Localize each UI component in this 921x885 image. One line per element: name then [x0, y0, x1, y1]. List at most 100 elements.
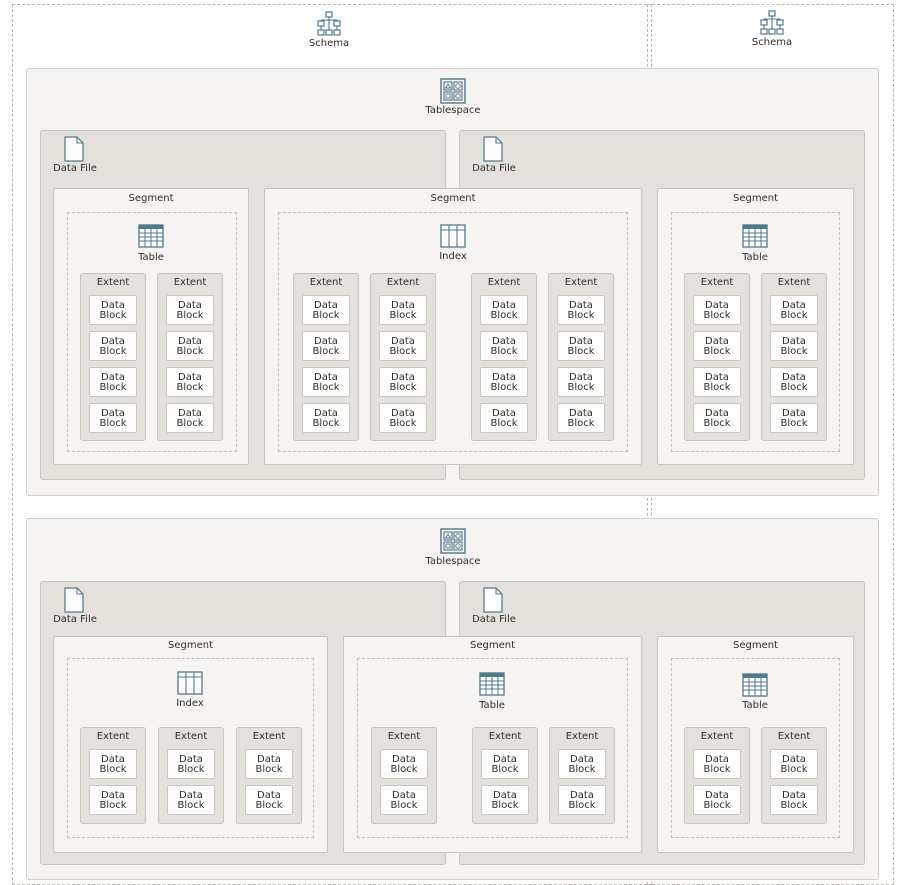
data-block[interactable]: Data Block: [770, 367, 818, 397]
data-block[interactable]: Data Block: [89, 331, 137, 361]
extent-label: Extent: [309, 277, 343, 288]
data-block-label: Block: [703, 418, 731, 429]
data-block[interactable]: Data Block: [693, 749, 741, 779]
segment-label: Segment: [128, 193, 174, 204]
data-block[interactable]: Data Block: [379, 295, 427, 325]
data-block[interactable]: Data Block: [302, 403, 350, 433]
extent-label: Extent: [700, 731, 734, 742]
data-block[interactable]: Data Block: [693, 785, 741, 815]
data-block-label: Block: [389, 346, 417, 357]
data-block[interactable]: Data Block: [380, 785, 428, 815]
data-block[interactable]: Data Block: [89, 367, 137, 397]
data-block-label: Block: [703, 800, 731, 811]
data-block[interactable]: Data Block: [557, 403, 605, 433]
data-block[interactable]: Data Block: [770, 785, 818, 815]
data-block[interactable]: Data Block: [770, 331, 818, 361]
data-block[interactable]: Data Block: [166, 367, 214, 397]
data-block[interactable]: Data Block: [481, 749, 529, 779]
data-block[interactable]: Data Block: [481, 785, 529, 815]
data-block-label: Block: [780, 800, 808, 811]
table-icon: [479, 672, 505, 696]
extent-label: Extent: [96, 277, 130, 288]
oracle-storage-diagram: { "labels": { "schema": "Schema", "table…: [0, 0, 921, 885]
data-block[interactable]: Data Block: [302, 295, 350, 325]
data-block[interactable]: Data Block: [770, 403, 818, 433]
data-block[interactable]: Data Block: [245, 749, 293, 779]
data-block[interactable]: Data Block: [89, 785, 137, 815]
index-icon: [177, 671, 203, 695]
schema-label: Schema: [751, 37, 793, 48]
table-icon: [138, 224, 164, 248]
data-block[interactable]: Data Block: [693, 367, 741, 397]
data-block[interactable]: Data Block: [167, 749, 215, 779]
extent-label: Extent: [386, 277, 420, 288]
data-block-label: Block: [490, 346, 518, 357]
data-block[interactable]: Data Block: [558, 785, 606, 815]
tablespace-icon: [440, 528, 466, 554]
data-block-label: Block: [312, 382, 340, 393]
data-block[interactable]: Data Block: [245, 785, 293, 815]
data-block-label: Block: [255, 800, 283, 811]
extent-label: Extent: [174, 731, 208, 742]
data-block[interactable]: Data Block: [379, 367, 427, 397]
data-block[interactable]: Data Block: [557, 331, 605, 361]
data-block-label: Block: [567, 310, 595, 321]
data-block[interactable]: Data Block: [89, 749, 137, 779]
data-block[interactable]: Data Block: [480, 295, 528, 325]
data-block[interactable]: Data Block: [693, 331, 741, 361]
data-block[interactable]: Data Block: [557, 295, 605, 325]
data-block[interactable]: Data Block: [558, 749, 606, 779]
data-block[interactable]: Data Block: [89, 295, 137, 325]
data-block[interactable]: Data Block: [480, 403, 528, 433]
data-block[interactable]: Data Block: [166, 295, 214, 325]
extent-label: Extent: [488, 731, 522, 742]
data-block-label: Block: [99, 764, 127, 775]
data-block-label: Block: [389, 382, 417, 393]
data-block[interactable]: Data Block: [379, 403, 427, 433]
data-block-label: Block: [567, 418, 595, 429]
table-label: Table: [742, 252, 768, 263]
data-block[interactable]: Data Block: [480, 331, 528, 361]
data-block[interactable]: Data Block: [480, 367, 528, 397]
extent-label: Extent: [777, 731, 811, 742]
data-block[interactable]: Data Block: [167, 785, 215, 815]
data-block-label: Block: [703, 764, 731, 775]
index-icon: [440, 224, 466, 248]
data-block[interactable]: Data Block: [693, 295, 741, 325]
data-block[interactable]: Data Block: [166, 331, 214, 361]
tablespace-label: Tablespace: [425, 105, 481, 116]
data-block-label: Block: [780, 382, 808, 393]
extent-label: Extent: [700, 277, 734, 288]
data-block[interactable]: Data Block: [770, 749, 818, 779]
data-block[interactable]: Data Block: [380, 749, 428, 779]
data-block[interactable]: Data Block: [557, 367, 605, 397]
data-block-label: Block: [312, 310, 340, 321]
extent-label: Extent: [777, 277, 811, 288]
data-block[interactable]: Data Block: [302, 331, 350, 361]
data-block[interactable]: Data Block: [89, 403, 137, 433]
data-block-label: Block: [99, 800, 127, 811]
segment-label: Segment: [733, 640, 778, 651]
data-block[interactable]: Data Block: [379, 331, 427, 361]
extent-label: Extent: [173, 277, 207, 288]
schema-icon: [315, 11, 343, 37]
data-block[interactable]: Data Block: [770, 295, 818, 325]
data-block-label: Block: [99, 310, 127, 321]
data-block-label: Block: [176, 382, 204, 393]
segment-label: Segment: [168, 640, 213, 651]
data-block-label: Block: [490, 418, 518, 429]
extent-label: Extent: [96, 731, 130, 742]
data-block[interactable]: Data Block: [166, 403, 214, 433]
data-block-label: Block: [703, 346, 731, 357]
tablespace-label: Tablespace: [425, 556, 481, 567]
data-block[interactable]: Data Block: [302, 367, 350, 397]
segment-label: Segment: [470, 640, 515, 651]
data-block-label: Block: [177, 800, 205, 811]
data-block-label: Block: [780, 418, 808, 429]
data-block[interactable]: Data Block: [693, 403, 741, 433]
data-file-label: Data File: [53, 163, 97, 174]
data-block-label: Block: [312, 346, 340, 357]
table-label: Table: [742, 700, 768, 711]
data-block-label: Block: [703, 382, 731, 393]
data-block-label: Block: [780, 346, 808, 357]
